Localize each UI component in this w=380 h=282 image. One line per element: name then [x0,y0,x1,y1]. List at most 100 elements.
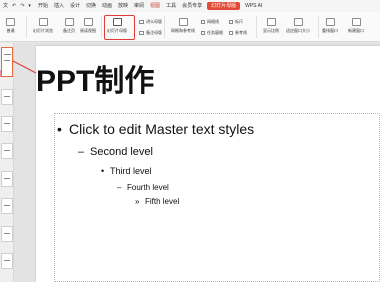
layout-thumbnail[interactable] [1,116,13,132]
ribbon-separator [101,16,102,38]
ribbon-separator [164,16,165,38]
normal-view-button[interactable]: 普通 [6,18,15,34]
tab-transitions[interactable]: 切换 [85,0,97,12]
undo-icon[interactable]: ↶ [12,0,16,12]
thumbnail-line [4,178,10,179]
text-level-5: » Fifth level [135,197,180,206]
notes-page-icon [64,18,74,26]
dash-icon: – [117,183,122,192]
thumbnail-line [4,96,10,97]
notes-master-label: 备注母版 [146,30,162,35]
handout-master-label: 讲义母版 [146,19,162,24]
reading-view-label: 阅读视图 [80,28,96,33]
notes-page-button[interactable]: 备注页 [63,18,75,34]
body-placeholder[interactable]: • Click to edit Master text styles – Sec… [54,113,380,282]
layout-thumbnail[interactable] [1,143,13,159]
bullet-icon: • [57,121,62,137]
notes-page-label: 备注页 [63,28,75,33]
menu-tabs: 开始 插入 设计 切换 动画 放映 审阅 视图 工具 会员专享 幻灯片母版 WP… [37,0,263,12]
normal-view-icon [6,18,15,26]
grid-icon [178,18,188,26]
gridlines-check-icon [201,20,205,24]
slide-canvas: PPT制作 • Click to edit Master text styles… [14,43,380,282]
text-level-2: – Second level [78,146,153,158]
layout-thumbnail[interactable] [1,226,13,242]
layout-thumbnail[interactable] [1,89,13,105]
tab-slideshow[interactable]: 放映 [117,0,129,12]
menu-bar: 文 ↶ ↷ ▾ 开始 插入 设计 切换 动画 放映 审阅 视图 工具 会员专享 … [0,0,380,12]
reading-view-button[interactable]: 阅读视图 [80,18,96,34]
normal-view-label: 普通 [6,28,15,33]
tab-review[interactable]: 审阅 [133,0,145,12]
tab-animations[interactable]: 动画 [101,0,113,12]
tab-view[interactable]: 视图 [149,0,161,12]
dash-icon: – [78,146,85,158]
slide-thumbnails-pane[interactable] [0,43,14,282]
ribbon-separator [26,16,27,38]
fit-window-label: 适应窗口大小 [286,28,310,33]
rearrange-window-button[interactable]: 重排窗口 [322,18,338,34]
new-window-button[interactable]: 新建窗口 [348,18,364,34]
guides-checkbox[interactable]: 参考线 [229,30,247,36]
slide-browse-button[interactable]: 幻灯片浏览 [33,18,53,34]
ribbon-separator [256,16,257,38]
handout-master-button[interactable]: 讲义母版 [139,19,162,25]
ruler-checkbox[interactable]: 标尺 [229,19,243,25]
bullet-icon: • [101,166,105,176]
grid-guides-label: 网格和参考线 [171,28,195,33]
task-pane-checkbox[interactable]: 任务窗格 [201,30,223,36]
app-icon[interactable]: 文 [3,0,8,12]
guides-label: 参考线 [235,30,247,35]
text-level-2-label: Second level [90,146,153,158]
slide-title[interactable]: PPT制作 [36,56,154,100]
slide-browse-label: 幻灯片浏览 [33,28,53,33]
text-level-1: • Click to edit Master text styles [57,121,254,137]
thumbnail-line [4,150,10,151]
text-level-4: – Fourth level [117,183,169,192]
tab-home[interactable]: 开始 [37,0,49,12]
tab-member[interactable]: 会员专享 [181,0,203,12]
slide-master-highlight [104,15,135,40]
tab-design[interactable]: 设计 [69,0,81,12]
new-window-icon [351,18,361,26]
layout-thumbnail[interactable] [1,171,13,187]
thumbnail-line [4,60,10,61]
thumbnail-line [4,233,10,234]
ruler-check-icon [229,20,233,24]
master-thumbnail[interactable] [1,47,13,77]
text-level-3: • Third level [101,166,152,176]
slide-master-page[interactable]: PPT制作 • Click to edit Master text styles… [36,46,380,282]
zoom-label: 显示比例 [263,28,279,33]
thumbnail-line [4,205,10,206]
notes-master-button[interactable]: 备注母版 [139,30,162,36]
wps-ai-button[interactable]: WPS AI [244,0,263,12]
chevron-icon: » [135,197,140,206]
thumbnail-line [4,123,10,124]
guides-check-icon [229,31,233,35]
quick-access-toolbar: 文 ↶ ↷ ▾ [0,0,31,12]
handout-master-icon [139,20,144,24]
thumbnail-line [4,54,11,55]
layout-thumbnail[interactable] [1,198,13,214]
zoom-icon [266,18,276,26]
fit-window-button[interactable]: 适应窗口大小 [286,18,310,34]
task-pane-check-icon [201,31,205,35]
fit-window-icon [293,18,303,26]
layout-thumbnail[interactable] [1,253,13,269]
dropdown-icon[interactable]: ▾ [28,0,31,12]
tab-insert[interactable]: 插入 [53,0,65,12]
ruler-label: 标尺 [235,19,243,24]
reading-view-icon [83,18,93,26]
grid-guides-button[interactable]: 网格和参考线 [171,18,195,34]
slide-browse-icon [38,18,48,26]
tab-slide-master[interactable]: 幻灯片母版 [207,2,241,10]
tab-tools[interactable]: 工具 [165,0,177,12]
zoom-button[interactable]: 显示比例 [263,18,279,34]
text-level-5-label: Fifth level [145,197,180,206]
redo-icon[interactable]: ↷ [20,0,24,12]
rearrange-window-icon [325,18,335,26]
rearrange-window-label: 重排窗口 [322,28,338,33]
notes-master-icon [139,31,144,35]
gridlines-checkbox[interactable]: 网格线 [201,19,219,25]
ribbon-separator [318,16,319,38]
